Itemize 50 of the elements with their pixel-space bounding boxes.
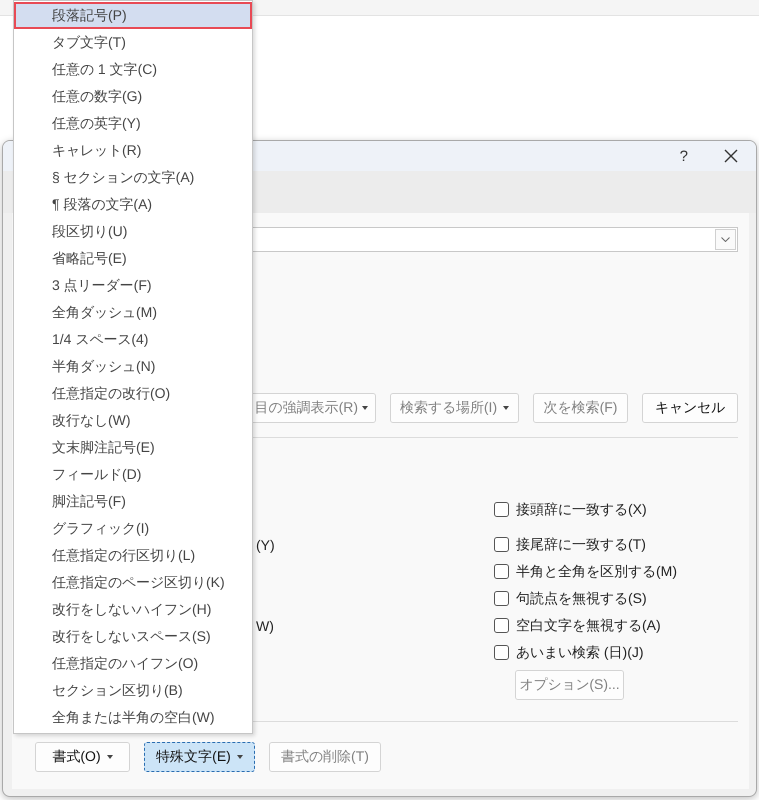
dropdown-button[interactable]	[715, 229, 736, 250]
menu-item[interactable]: キャレット(R)	[14, 137, 252, 164]
menu-item[interactable]: 脚注記号(F)	[14, 488, 252, 515]
checkbox-label[interactable]: 半角と全角を区別する(M)	[516, 562, 677, 580]
checkbox[interactable]	[494, 618, 509, 633]
menu-item[interactable]: 3 点リーダー(F)	[14, 272, 252, 299]
dropdown-button[interactable]: 特殊文字(E)	[144, 742, 255, 772]
menu-item[interactable]: 段区切り(U)	[14, 218, 252, 245]
menu-item[interactable]: 改行をしないスペース(S)	[14, 623, 252, 650]
menu-item[interactable]: 1/4 スペース(4)	[14, 326, 252, 353]
checkbox[interactable]	[494, 502, 509, 517]
option-label: W)	[256, 618, 274, 634]
menu-item[interactable]: タブ文字(T)	[14, 29, 252, 56]
menu-item[interactable]: 半角ダッシュ(N)	[14, 353, 252, 380]
checkbox-label[interactable]: 句読点を無視する(S)	[516, 590, 647, 608]
action-button[interactable]: キャンセル	[642, 393, 738, 423]
checkbox-label[interactable]: 空白文字を無視する(A)	[516, 616, 661, 634]
menu-item[interactable]: グラフィック(I)	[14, 515, 252, 542]
menu-item[interactable]: 任意の数字(G)	[14, 83, 252, 110]
menu-item[interactable]: 全角または半角の空白(W)	[14, 704, 252, 731]
option-label: (Y)	[256, 536, 275, 552]
menu-item[interactable]: 全角ダッシュ(M)	[14, 299, 252, 326]
menu-item[interactable]: 段落記号(P)	[14, 2, 252, 29]
menu-item[interactable]: § セクションの文字(A)	[14, 164, 252, 191]
checkbox-label[interactable]: あいまい検索 (日)(J)	[516, 644, 644, 662]
caret-icon	[503, 406, 510, 410]
help-button[interactable]: ?	[674, 148, 694, 164]
dropdown-button[interactable]: 書式(O)	[35, 742, 130, 772]
checkbox[interactable]	[494, 645, 509, 660]
menu-item[interactable]: 改行をしないハイフン(H)	[14, 596, 252, 623]
menu-item[interactable]: 任意の 1 文字(C)	[14, 56, 252, 83]
caret-icon	[362, 406, 368, 410]
checkbox-label[interactable]: 接頭辞に一致する(X)	[516, 500, 647, 518]
caret-icon	[106, 755, 113, 759]
menu-item[interactable]: セクション区切り(B)	[14, 677, 252, 704]
chevron-down-icon	[721, 237, 730, 242]
menu-item[interactable]: 任意指定の行区切り(L)	[14, 542, 252, 569]
menu-item[interactable]: 任意指定のハイフン(O)	[14, 650, 252, 677]
checkbox[interactable]	[494, 537, 509, 552]
menu-item[interactable]: 任意指定のページ区切り(K)	[14, 569, 252, 596]
checkbox-label[interactable]: 接尾辞に一致する(T)	[516, 536, 646, 554]
menu-item[interactable]: 文末脚注記号(E)	[14, 434, 252, 461]
menu-item[interactable]: 任意の英字(Y)	[14, 110, 252, 137]
checkbox[interactable]	[494, 564, 509, 579]
checkbox[interactable]	[494, 591, 509, 606]
menu-item[interactable]: ¶ 段落の文字(A)	[14, 191, 252, 218]
menu-item[interactable]: フィールド(D)	[14, 461, 252, 488]
caret-icon	[236, 755, 243, 759]
close-icon[interactable]	[724, 149, 738, 163]
menu-item[interactable]: 省略記号(E)	[14, 245, 252, 272]
